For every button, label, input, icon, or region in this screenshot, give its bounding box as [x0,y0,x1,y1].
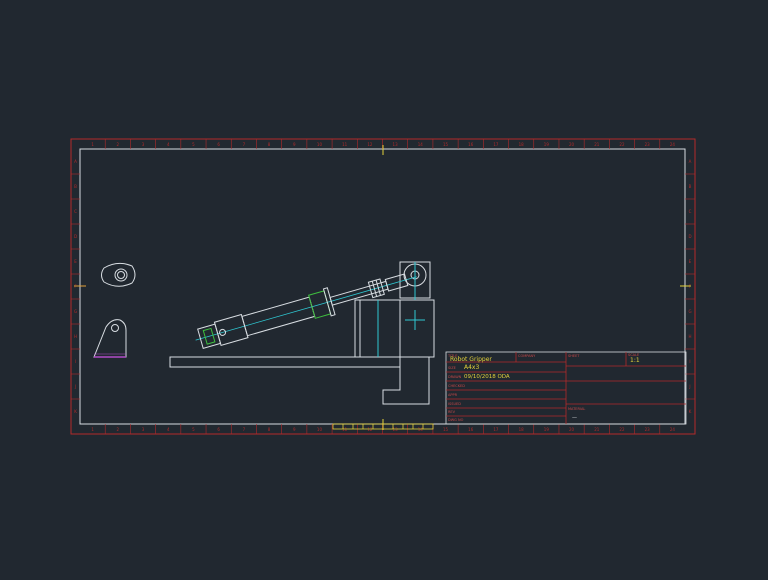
tb-rev-label: REV [448,410,456,414]
zone-col-label: 7 [243,427,246,432]
zone-col-label: 1 [91,427,94,432]
zone-col-label: 6 [217,427,220,432]
cam-detail [101,262,136,287]
tb-material-label: MATERIAL [568,407,585,411]
zone-col-label: 6 [217,142,220,147]
zone-col-label: 4 [167,142,170,147]
zone-col-label: 22 [619,142,625,147]
tb-issued-label: ISSUED [448,402,461,406]
tb-dwg-label: DWG NO [448,418,464,422]
zone-col-label: 20 [569,142,575,147]
tb-material-value: — [572,415,577,421]
tb-drawn-value: 09/10/2018 ODA [464,374,510,380]
zone-row-label: A [689,159,692,164]
tb-title-value: Robot Gripper [450,356,492,363]
zone-col-label: 16 [468,142,474,147]
zone-col-label: 5 [192,427,195,432]
zone-col-label: 18 [519,142,525,147]
zone-col-label: 23 [645,427,651,432]
tb-appr-label: APPR [448,393,458,397]
zone-col-label: 5 [192,142,195,147]
zone-col-label: 1 [91,142,94,147]
zone-col-label: 3 [142,427,145,432]
zone-col-label: 10 [317,427,323,432]
zone-row-label: E [689,259,692,264]
zone-col-label: 14 [418,427,424,432]
pivot-clevis [399,261,431,300]
zone-col-label: 15 [443,427,449,432]
zone-col-label: 9 [293,427,296,432]
zone-col-label: 18 [519,427,525,432]
zone-col-label: 19 [544,142,550,147]
zone-col-label: 4 [167,427,170,432]
zone-labels: 1122334455667788991010111112121313141415… [74,142,692,432]
zone-row-label: D [74,234,77,239]
bracket-detail [93,319,127,358]
zone-row-label: K [74,409,77,414]
tb-size-label: SIZE [448,366,456,370]
zone-col-label: 10 [317,142,323,147]
cad-viewport[interactable]: 1 1 2 2 3 3 4 4 5 5 6 6 7 7 8 8 9 9 10 10 11 11 12 12 13 13 14 14 15… [0,0,768,576]
zone-row-label: B [689,184,692,189]
zone-col-label: 21 [594,142,600,147]
zone-col-label: 2 [117,142,120,147]
zone-col-label: 17 [493,427,499,432]
zone-col-label: 15 [443,142,449,147]
zone-col-label: 21 [594,427,600,432]
tb-scale-value: 1:1 [630,357,640,364]
zone-row-label: D [688,234,691,239]
zone-col-label: 23 [645,142,651,147]
zone-row-label: J [74,384,76,389]
zone-col-label: 24 [670,142,676,147]
zone-col-label: 17 [493,142,499,147]
zone-col-label: 19 [544,427,550,432]
zone-row-label: G [688,309,691,314]
tb-company-label: COMPANY [518,354,536,358]
zone-col-label: 14 [418,142,424,147]
base-plate [169,356,401,368]
zone-col-label: 8 [268,427,271,432]
zone-col-label: 13 [393,142,399,147]
zone-row-label: C [74,209,77,214]
zone-col-label: 20 [569,427,575,432]
zone-col-label: 12 [367,142,373,147]
zone-row-label: I [689,359,690,364]
tb-sheet-label: SHEET [568,354,580,358]
zone-row-label: B [74,184,77,189]
zone-row-label: E [74,259,77,264]
zone-row-label: I [75,359,76,364]
zone-row-label: J [688,384,690,389]
zone-col-label: 2 [117,427,120,432]
pneumatic-cylinder [195,273,417,349]
zone-col-label: 3 [142,142,145,147]
drawing-canvas[interactable]: 1122334455667788991010111112121313141415… [0,0,768,576]
zone-col-label: 16 [468,427,474,432]
tb-drawn-label: DRAWN [448,375,462,379]
zone-row-label: H [74,334,77,339]
zone-col-label: 11 [342,142,348,147]
zone-row-label: K [689,409,692,414]
zone-row-label: H [688,334,691,339]
zone-col-label: 7 [243,142,246,147]
zone-col-label: 12 [367,427,373,432]
upright-block [354,299,435,405]
title-block-text: TITLE Robot Gripper COMPANY SHEET SCALE … [447,353,640,422]
zone-col-label: 8 [268,142,271,147]
tb-checked-label: CHECKED [448,384,465,388]
zone-row-label: A [74,159,77,164]
tb-size-value: A4x3 [464,364,479,371]
zone-row-label: C [689,209,692,214]
zone-col-label: 9 [293,142,296,147]
zone-col-label: 22 [619,427,625,432]
zone-row-label: G [74,309,77,314]
zone-col-label: 24 [670,427,676,432]
